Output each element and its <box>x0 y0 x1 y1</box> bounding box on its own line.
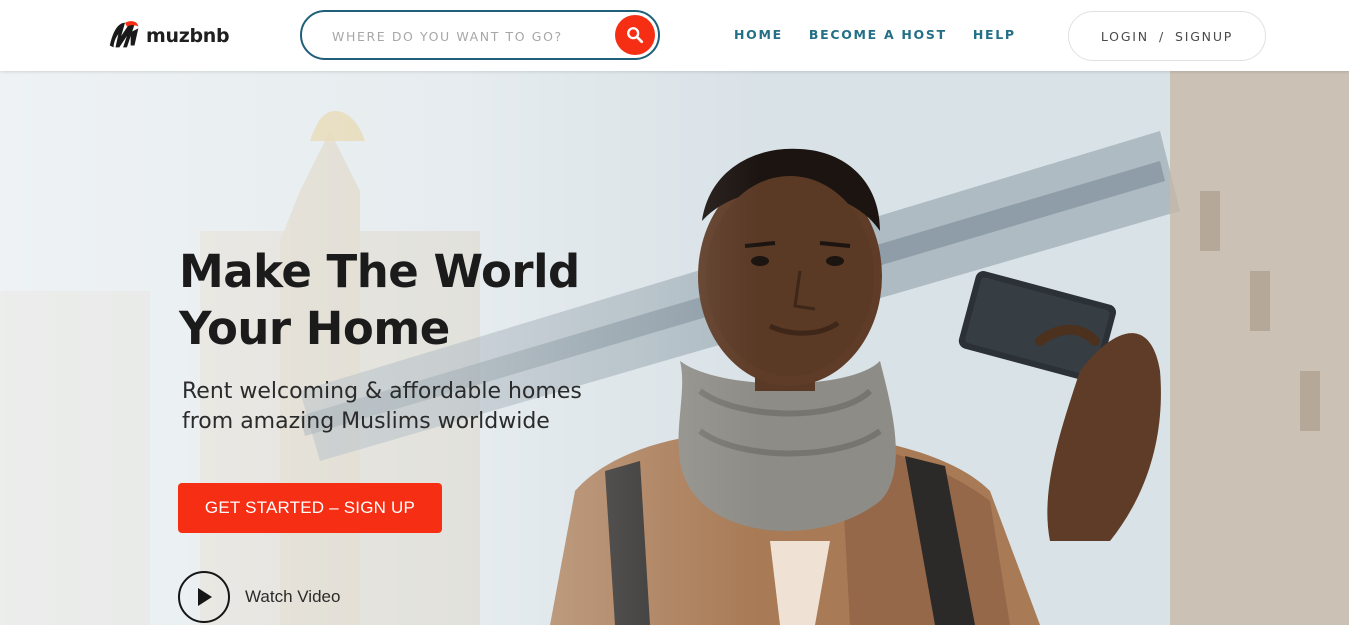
logo[interactable]: muzbnb <box>106 17 230 55</box>
hero-headline: Make The World Your Home <box>179 243 699 357</box>
main-nav: HOME BECOME A HOST HELP <box>734 27 1042 42</box>
watch-video-button[interactable]: Watch Video <box>178 571 340 623</box>
get-started-signup-button[interactable]: GET STARTED – SIGN UP <box>178 483 442 533</box>
logo-mark-icon <box>109 21 139 48</box>
hero-section: Make The World Your Home Rent welcoming … <box>0 71 1349 625</box>
hero-headline-line-2: Your Home <box>179 302 450 355</box>
auth-pill: LOGIN / SIGNUP <box>1068 11 1266 61</box>
login-link[interactable]: LOGIN <box>1101 29 1149 44</box>
watch-video-label: Watch Video <box>245 587 341 606</box>
logo-text: muzbnb <box>146 25 230 47</box>
hero-subtitle: Rent welcoming & affordable homes from a… <box>182 377 702 437</box>
hero-headline-line-1: Make The World <box>179 245 580 298</box>
nav-become-a-host[interactable]: BECOME A HOST <box>809 27 947 42</box>
search-icon <box>627 27 644 44</box>
search-input[interactable] <box>332 24 602 48</box>
nav-home[interactable]: HOME <box>734 27 783 42</box>
search-bar <box>300 10 660 60</box>
hero-subtitle-line-2: from amazing Muslims worldwide <box>182 409 550 434</box>
signup-link[interactable]: SIGNUP <box>1175 29 1233 44</box>
play-button[interactable] <box>178 571 230 623</box>
site-header: muzbnb HOME BECOME A HOST HELP LOGIN / S… <box>0 0 1349 71</box>
nav-help[interactable]: HELP <box>973 27 1016 42</box>
search-button[interactable] <box>615 15 655 55</box>
auth-separator: / <box>1158 28 1165 44</box>
play-icon <box>198 588 212 606</box>
hero-subtitle-line-1: Rent welcoming & affordable homes <box>182 379 582 404</box>
